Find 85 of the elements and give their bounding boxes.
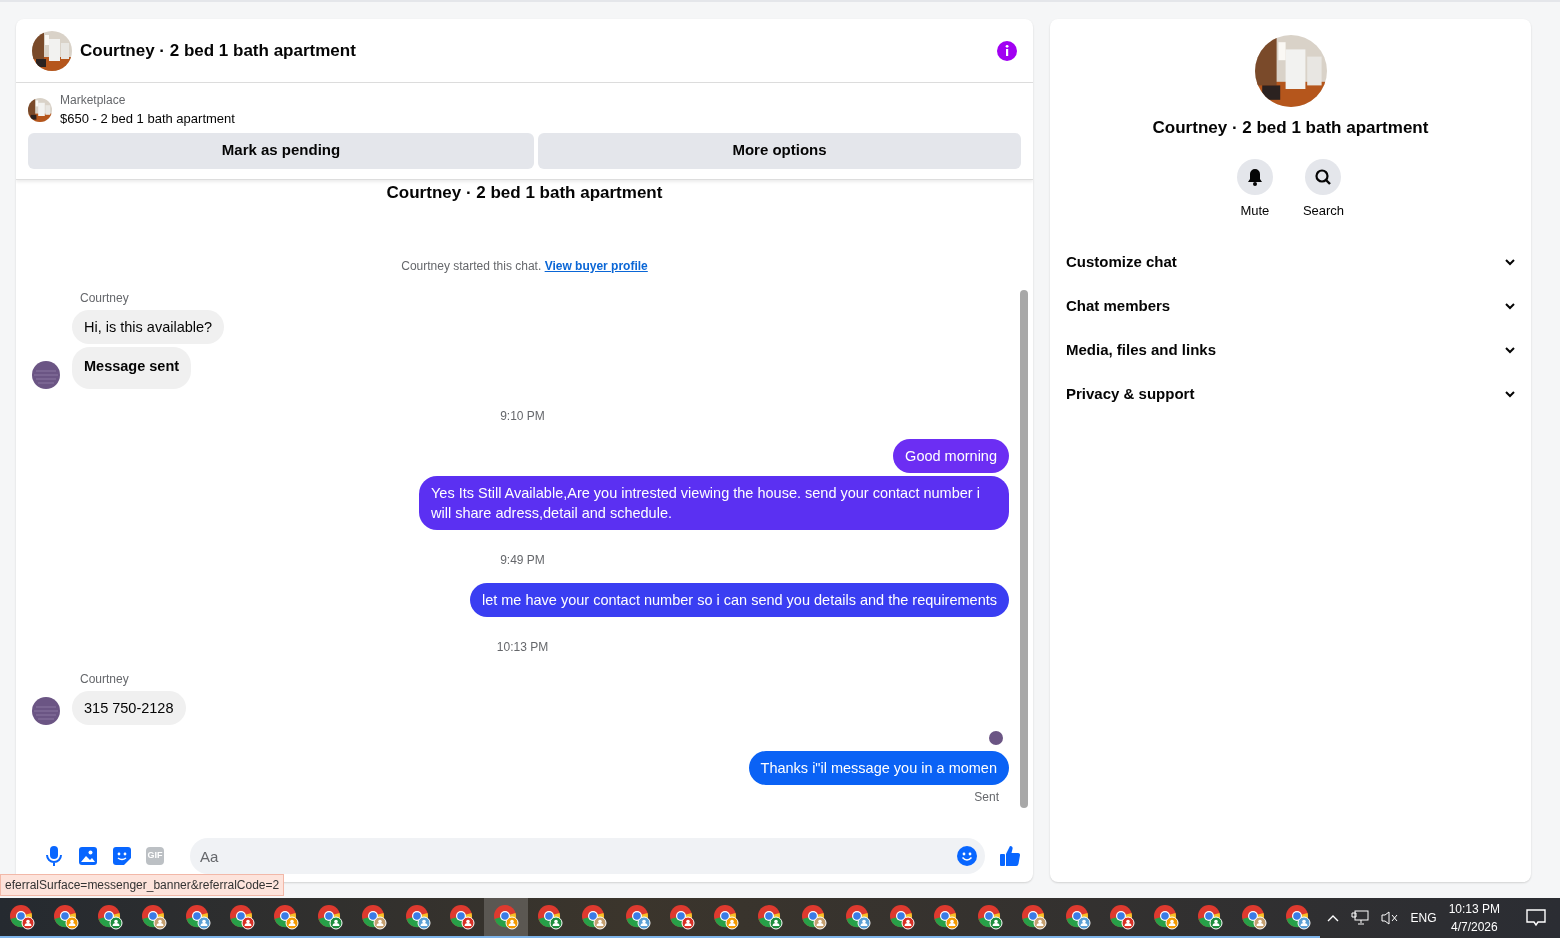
listing-summary: $650 - 2 bed 1 bath apartment (60, 110, 235, 128)
microphone-icon[interactable] (44, 845, 64, 867)
action-button[interactable] (1236, 158, 1273, 195)
search-icon (1314, 167, 1333, 186)
browser-icon (493, 904, 519, 930)
chevron-icon (1505, 346, 1515, 354)
browser-icon (1285, 904, 1311, 930)
intro-text: Courtney started this chat. View buyer profile (400, 258, 649, 275)
browser-icon (713, 904, 739, 930)
message-bubble: Hi, is this available? (72, 310, 225, 344)
section-header[interactable]: Privacy & support (1050, 372, 1531, 416)
emoji-icon[interactable] (957, 846, 977, 866)
action-button[interactable] (1305, 158, 1342, 195)
browser-icon (185, 904, 211, 930)
status-url: eferralSurface=messenger_banner&referralCode=2 (0, 874, 285, 896)
thumbs-up-icon[interactable] (999, 845, 1021, 867)
avatar-icon (32, 697, 60, 725)
chat-title: Courtney · 2 bed 1 bath apartment (80, 39, 356, 62)
clock-time[interactable]: 10:13 PM (1448, 900, 1500, 918)
clock-date[interactable]: 4/7/2026 (1448, 918, 1500, 936)
browser-icon (1197, 904, 1223, 930)
seen-avatar-icon (989, 731, 1003, 745)
browser-icon (625, 904, 651, 930)
message-bubble: Thanks i"il message you in a momen (748, 751, 1009, 785)
sticker-icon[interactable] (112, 846, 132, 866)
browser-icon (9, 904, 35, 930)
browser-icon (845, 904, 871, 930)
browser-icon (537, 904, 563, 930)
section-header[interactable]: Chat members (1050, 284, 1531, 328)
browser-icon (141, 904, 167, 930)
network-icon[interactable] (1350, 910, 1369, 926)
browser-icon (669, 904, 695, 930)
timestamp: 9:10 PM (499, 408, 546, 425)
section-header[interactable]: Customize chat (1050, 240, 1531, 284)
timestamp: 9:49 PM (499, 552, 546, 569)
browser-icon (1109, 904, 1135, 930)
browser-icon (1153, 904, 1179, 930)
message-bubble: 315 750-2128 (72, 691, 186, 725)
browser-icon (449, 904, 475, 930)
browser-icon (317, 904, 343, 930)
browser-icon (1241, 904, 1267, 930)
browser-icon (933, 904, 959, 930)
chevron-icon (1505, 302, 1515, 310)
browser-icon (97, 904, 123, 930)
browser-icon (757, 904, 783, 930)
chevron-up-icon[interactable] (1326, 914, 1339, 922)
conversation-title: Courtney · 2 bed 1 bath apartment (385, 181, 664, 204)
action-label: Search (1302, 201, 1345, 220)
browser-icon (801, 904, 827, 930)
listing-button[interactable]: Mark as pending (28, 132, 534, 169)
action-label: Mute (1240, 201, 1270, 220)
browser-icon (229, 904, 255, 930)
message-bubble: Message sent (72, 347, 192, 389)
image-icon[interactable] (78, 846, 98, 866)
buyer-profile-link[interactable]: View buyer profile (544, 259, 648, 273)
browser-icon (889, 904, 915, 930)
sender-name: Courtney (80, 290, 130, 307)
listing-button[interactable]: More options (538, 132, 1021, 169)
profile-name: Courtney · 2 bed 1 bath apartment (1152, 117, 1429, 139)
browser-icon (273, 904, 299, 930)
section-header[interactable]: Media, files and links (1050, 328, 1531, 372)
muted-speaker-icon[interactable] (1380, 911, 1399, 925)
message-bubble: Good morning (893, 439, 1009, 473)
browser-icon (361, 904, 387, 930)
info-icon[interactable] (997, 40, 1017, 61)
bell-icon (1245, 167, 1264, 186)
chevron-icon (1505, 390, 1515, 398)
message-bubble: Yes Its Still Available,Are you intrested viewing the house. send your contact number i will share adress,detail and schedule. (419, 476, 1009, 530)
browser-icon (405, 904, 431, 930)
sender-name: Courtney (80, 671, 130, 688)
notification-icon[interactable] (1526, 909, 1546, 927)
message-bubble: let me have your contact number so i can send you details and the requirements (469, 583, 1009, 617)
browser-taskbar-button[interactable] (484, 898, 528, 938)
browser-icon (581, 904, 607, 930)
delivery-status: Sent (974, 789, 999, 806)
message-input[interactable]: Aa (190, 838, 985, 874)
browser-icon (1065, 904, 1091, 930)
browser-icon (53, 904, 79, 930)
listing-source: Marketplace (60, 92, 127, 109)
language-indicator[interactable]: ENG (1410, 909, 1437, 927)
browser-icon (977, 904, 1003, 930)
timestamp: 10:13 PM (495, 639, 550, 656)
chevron-icon (1505, 258, 1515, 266)
browser-icon (1021, 904, 1047, 930)
avatar-icon (32, 361, 60, 389)
